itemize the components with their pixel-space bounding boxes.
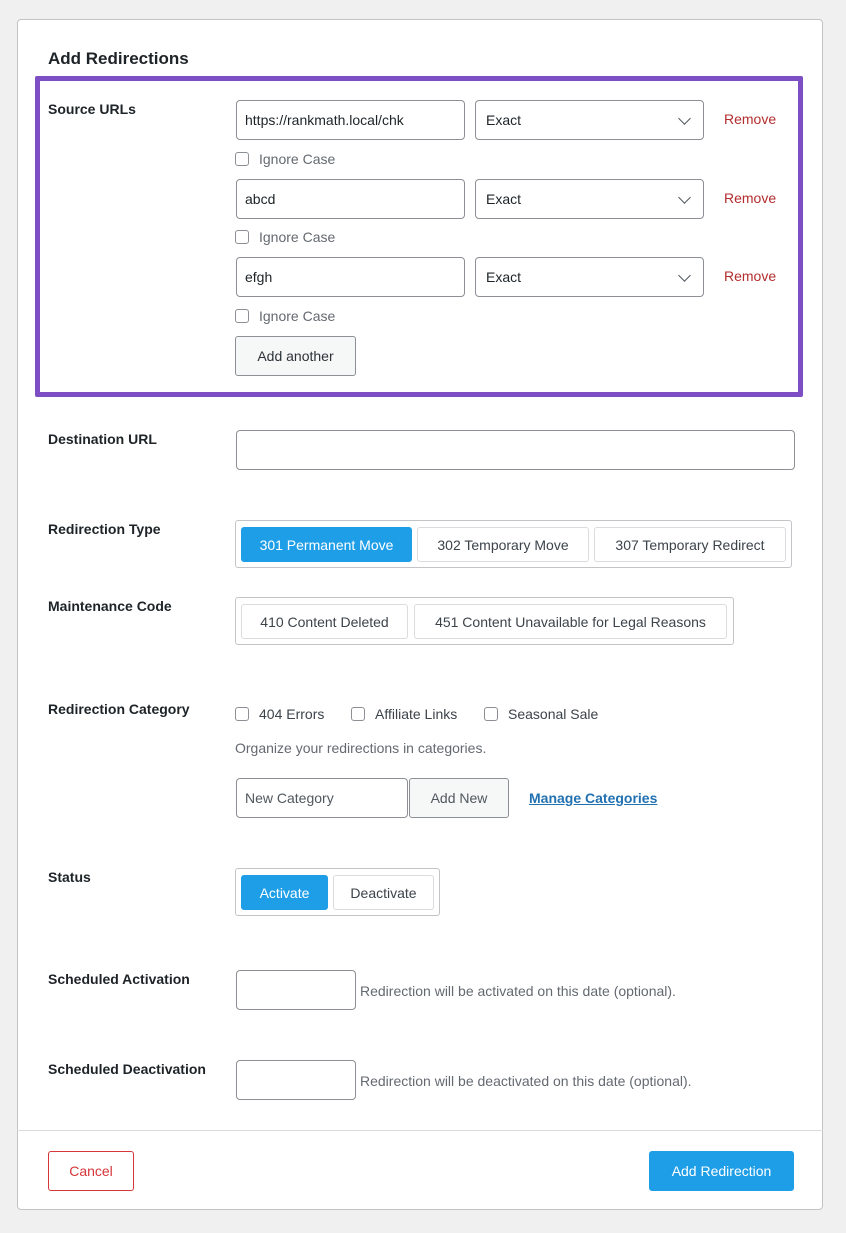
redirection-type-301-button[interactable]: 301 Permanent Move (241, 527, 412, 562)
match-type-value-1: Exact (486, 112, 522, 128)
category-seasonal-checkbox[interactable] (484, 707, 498, 721)
status-activate-button[interactable]: Activate (241, 875, 328, 910)
ignore-case-label-2: Ignore Case (259, 229, 336, 245)
source-url-value-2: abcd (245, 191, 276, 207)
category-404-checkbox[interactable] (235, 707, 249, 721)
redirection-type-302-button[interactable]: 302 Temporary Move (417, 527, 589, 562)
category-seasonal-row[interactable]: Seasonal Sale (484, 706, 598, 722)
source-url-value-1: https://rankmath.local/chk (245, 112, 404, 128)
match-type-value-2: Exact (486, 191, 522, 207)
scheduled-activation-label: Scheduled Activation (48, 971, 190, 987)
match-type-value-3: Exact (486, 269, 522, 285)
maintenance-code-group: 410 Content Deleted 451 Content Unavaila… (235, 597, 734, 645)
redirection-category-label: Redirection Category (48, 701, 190, 717)
source-url-input-3[interactable]: efgh (236, 257, 465, 297)
category-seasonal-label: Seasonal Sale (508, 706, 599, 722)
maintenance-code-label: Maintenance Code (48, 598, 172, 614)
source-url-input-1[interactable]: https://rankmath.local/chk (236, 100, 465, 140)
ignore-case-row-1[interactable]: Ignore Case (235, 151, 335, 167)
redirection-type-307-button[interactable]: 307 Temporary Redirect (594, 527, 786, 562)
source-url-input-2[interactable]: abcd (236, 179, 465, 219)
match-type-select-1[interactable]: Exact (475, 100, 704, 140)
remove-url-link-1[interactable]: Remove (724, 111, 776, 127)
chevron-down-icon (678, 111, 691, 125)
category-affiliate-checkbox[interactable] (351, 707, 365, 721)
ignore-case-checkbox-3[interactable] (235, 309, 249, 323)
destination-url-label: Destination URL (48, 431, 157, 447)
source-urls-label: Source URLs (48, 101, 136, 117)
category-help-text: Organize your redirections in categories… (235, 740, 487, 756)
manage-categories-link[interactable]: Manage Categories (529, 790, 657, 806)
scheduled-activation-help: Redirection will be activated on this da… (360, 983, 676, 999)
scheduled-deactivation-help: Redirection will be deactivated on this … (360, 1073, 692, 1089)
new-category-input[interactable]: New Category (236, 778, 408, 818)
source-url-value-3: efgh (245, 269, 273, 285)
ignore-case-label-1: Ignore Case (259, 151, 336, 167)
scheduled-activation-input[interactable] (236, 970, 356, 1010)
footer-divider (17, 1130, 823, 1131)
ignore-case-checkbox-2[interactable] (235, 230, 249, 244)
redirection-type-group: 301 Permanent Move 302 Temporary Move 30… (235, 520, 792, 568)
maintenance-code-410-button[interactable]: 410 Content Deleted (241, 604, 408, 639)
form-title: Add Redirections (48, 49, 189, 68)
add-redirection-button[interactable]: Add Redirection (649, 1151, 794, 1191)
category-affiliate-label: Affiliate Links (375, 706, 458, 722)
chevron-down-icon (678, 190, 691, 204)
ignore-case-row-3[interactable]: Ignore Case (235, 308, 335, 324)
chevron-down-icon (678, 268, 691, 282)
destination-url-input[interactable] (236, 430, 795, 470)
category-404-label: 404 Errors (259, 706, 325, 722)
scheduled-deactivation-label: Scheduled Deactivation (48, 1061, 206, 1077)
ignore-case-label-3: Ignore Case (259, 308, 336, 324)
status-group: Activate Deactivate (235, 868, 440, 916)
cancel-button[interactable]: Cancel (48, 1151, 134, 1191)
add-new-category-button[interactable]: Add New (409, 778, 509, 818)
ignore-case-row-2[interactable]: Ignore Case (235, 229, 335, 245)
scheduled-deactivation-input[interactable] (236, 1060, 356, 1100)
match-type-select-2[interactable]: Exact (475, 179, 704, 219)
maintenance-code-451-button[interactable]: 451 Content Unavailable for Legal Reason… (414, 604, 727, 639)
remove-url-link-2[interactable]: Remove (724, 190, 776, 206)
match-type-select-3[interactable]: Exact (475, 257, 704, 297)
ignore-case-checkbox-1[interactable] (235, 152, 249, 166)
category-affiliate-row[interactable]: Affiliate Links (351, 706, 457, 722)
new-category-placeholder: New Category (245, 790, 334, 806)
add-another-button[interactable]: Add another (235, 336, 356, 376)
status-deactivate-button[interactable]: Deactivate (333, 875, 434, 910)
status-label: Status (48, 869, 91, 885)
category-404-row[interactable]: 404 Errors (235, 706, 324, 722)
redirection-type-label: Redirection Type (48, 521, 161, 537)
remove-url-link-3[interactable]: Remove (724, 268, 776, 284)
